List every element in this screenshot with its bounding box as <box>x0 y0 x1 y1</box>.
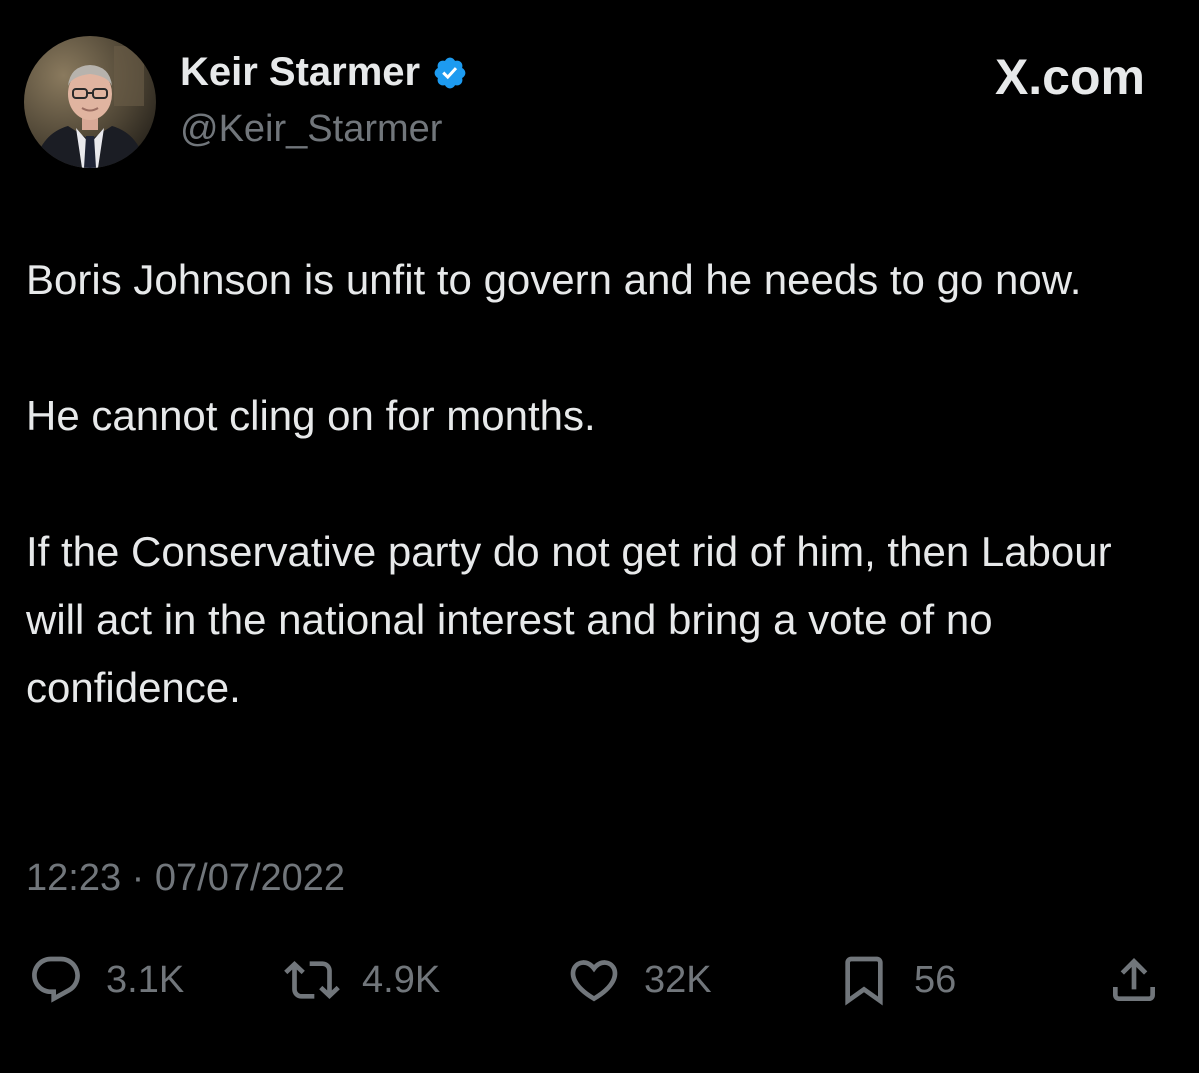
repost-button[interactable]: 4.9K <box>284 945 440 1015</box>
bookmark-icon <box>845 956 883 1006</box>
heart-icon <box>570 960 618 1002</box>
reply-button[interactable]: 3.1K <box>28 945 184 1015</box>
repost-count: 4.9K <box>362 958 441 1001</box>
action-bar: 3.1K 4.9K 32K 56 <box>0 945 1199 1015</box>
tweet-text: Boris Johnson is unfit to govern and he … <box>26 246 1176 722</box>
bookmark-button[interactable]: 56 <box>836 945 956 1015</box>
bookmark-count: 56 <box>914 958 957 1001</box>
repost-icon <box>284 961 340 999</box>
brand-watermark: X.com <box>994 49 1145 105</box>
verified-badge-icon[interactable] <box>432 55 468 91</box>
like-button[interactable]: 32K <box>566 945 712 1015</box>
share-button[interactable] <box>1106 945 1162 1015</box>
profile-photo <box>24 36 156 168</box>
share-icon <box>1113 958 1155 1001</box>
author-handle[interactable]: @Keir_Starmer <box>180 108 442 151</box>
author-name-row[interactable]: Keir Starmer <box>180 50 468 95</box>
like-count: 32K <box>644 958 712 1001</box>
tweet-timestamp[interactable]: 12:23 · 07/07/2022 <box>26 857 345 900</box>
tweet-paragraph: If the Conservative party do not get rid… <box>26 528 1112 711</box>
avatar[interactable] <box>24 36 156 168</box>
tweet-paragraph: He cannot cling on for months. <box>26 392 596 439</box>
author-display-name[interactable]: Keir Starmer <box>180 50 420 95</box>
reply-icon <box>32 956 80 1003</box>
reply-count: 3.1K <box>106 958 185 1001</box>
tweet-paragraph: Boris Johnson is unfit to govern and he … <box>26 256 1082 303</box>
